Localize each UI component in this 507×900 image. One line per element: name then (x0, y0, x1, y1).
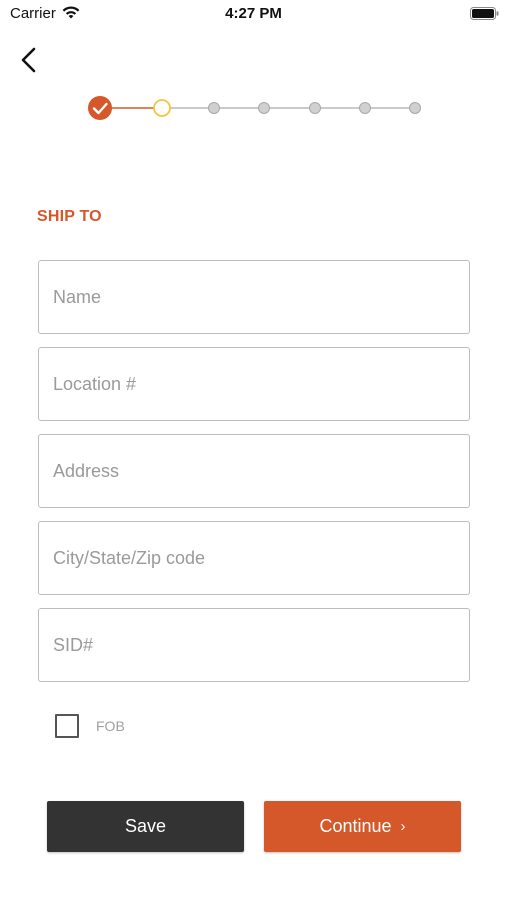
fob-checkbox[interactable] (55, 714, 79, 738)
progress-step-7 (409, 102, 421, 114)
city-state-zip-input[interactable] (39, 522, 469, 594)
sid-field[interactable] (38, 608, 470, 682)
save-button-label: Save (124, 816, 167, 836)
location-field[interactable] (38, 347, 470, 421)
progress-step-4 (258, 102, 270, 114)
chevron-left-icon (21, 47, 36, 73)
fob-label: FOB (96, 718, 125, 734)
section-title-ship-to: SHIP TO (37, 208, 102, 225)
progress-step-3 (208, 102, 220, 114)
progress-step-1-completed (88, 96, 112, 120)
city-state-zip-field[interactable] (38, 521, 470, 595)
progress-step-5 (309, 102, 321, 114)
progress-step-6 (359, 102, 371, 114)
continue-button-label: Continue (319, 816, 392, 836)
battery-icon (470, 7, 499, 20)
address-field[interactable] (38, 434, 470, 508)
status-time: 4:27 PM (225, 5, 282, 22)
step-progress-indicator (88, 96, 421, 120)
chevron-right-icon: › (400, 818, 406, 835)
status-bar: Carrier 4:27 PM (0, 0, 507, 30)
continue-button[interactable]: Continue › (264, 801, 461, 852)
location-input[interactable] (39, 348, 469, 420)
name-field[interactable] (38, 260, 470, 334)
back-button[interactable] (14, 44, 44, 76)
progress-step-2-current (153, 99, 171, 117)
name-input[interactable] (39, 261, 469, 333)
address-input[interactable] (39, 435, 469, 507)
save-button[interactable]: Save (47, 801, 244, 852)
sid-input[interactable] (39, 609, 469, 681)
